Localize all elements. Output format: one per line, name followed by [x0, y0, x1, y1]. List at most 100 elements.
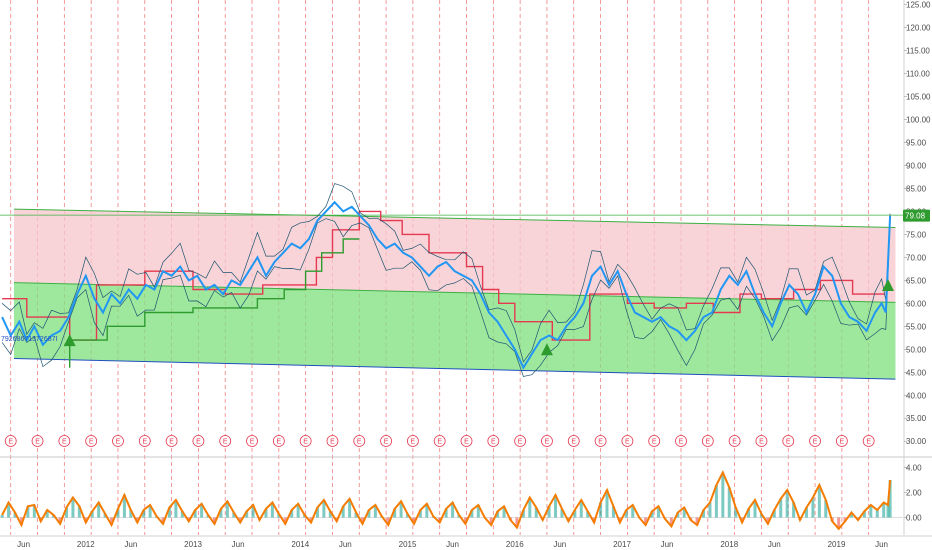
x-tick-label: Jun [446, 540, 459, 549]
earnings-marker[interactable]: E [487, 435, 500, 447]
earnings-label: E [652, 439, 657, 446]
earnings-marker[interactable]: E [31, 435, 44, 447]
y-tick-label: 50.00 [906, 345, 927, 354]
earnings-marker[interactable]: E [728, 435, 741, 447]
y-tick-label: 95.00 [906, 138, 927, 147]
x-tick-label: 2015 [399, 540, 417, 549]
y-tick-label: 45.00 [906, 368, 927, 377]
y-tick-label: 60.00 [906, 299, 927, 308]
earnings-label: E [250, 439, 255, 446]
chart-canvas[interactable]: E E E E E E E E E E E E E E E E E E E E E E E E E E E E E E E E E 125.00… [0, 0, 932, 550]
earnings-marker[interactable]: E [4, 435, 17, 447]
earnings-label: E [759, 439, 764, 446]
earnings-marker[interactable]: E [353, 435, 366, 447]
earnings-label: E [840, 439, 845, 446]
earnings-marker[interactable]: E [192, 435, 205, 447]
earnings-marker[interactable]: E [272, 435, 285, 447]
earnings-label: E [625, 439, 630, 446]
x-tick-label: 2019 [828, 540, 846, 549]
earnings-label: E [598, 439, 603, 446]
x-tick-label: Jun [232, 540, 245, 549]
earnings-marker[interactable]: E [782, 435, 795, 447]
earnings-label: E [303, 439, 308, 446]
earnings-marker[interactable]: E [835, 435, 848, 447]
y-tick-label: 105.00 [906, 93, 931, 102]
x-tick-label: Jun [339, 540, 352, 549]
x-tick-label: Jun [17, 540, 30, 549]
earnings-marker[interactable]: E [460, 435, 473, 447]
earnings-marker[interactable]: E [514, 435, 527, 447]
earnings-label: E [518, 439, 523, 446]
earnings-label: E [679, 439, 684, 446]
earnings-marker[interactable]: E [299, 435, 312, 447]
x-tick-label: 2016 [506, 540, 524, 549]
x-tick-label: 2014 [291, 540, 309, 549]
x-tick-label: Jun [768, 540, 781, 549]
earnings-marker[interactable]: E [112, 435, 124, 447]
earnings-marker[interactable]: E [648, 435, 661, 447]
y-tick-label: 65.00 [906, 276, 927, 285]
earnings-label: E [866, 439, 871, 446]
y-tick-label: 125.00 [906, 1, 931, 10]
y-tick-label: 30.00 [906, 437, 927, 446]
earnings-marker[interactable]: E [862, 435, 875, 447]
earnings-label: E [813, 439, 818, 446]
y-tick-label: 120.00 [906, 24, 931, 33]
earnings-marker[interactable]: E [594, 435, 607, 447]
earnings-marker[interactable]: E [809, 435, 821, 447]
earnings-marker[interactable]: E [406, 435, 419, 447]
osc-y-tick-label: 2.00 [906, 489, 922, 498]
y-tick-label: 100.00 [906, 115, 931, 124]
earnings-label: E [437, 439, 442, 446]
oscillator-bar [721, 472, 725, 518]
x-tick-label: Jun [661, 540, 674, 549]
earnings-marker[interactable]: E [165, 435, 178, 447]
y-tick-label: 85.00 [906, 184, 927, 193]
x-tick-label: Jun [124, 540, 137, 549]
last-price-label: 79.08 [905, 212, 926, 221]
y-tick-label: 75.00 [906, 230, 927, 239]
y-tick-label: 35.00 [906, 414, 927, 423]
earnings-label: E [411, 439, 416, 446]
earnings-label: E [223, 439, 228, 446]
earnings-label: E [196, 439, 201, 446]
earnings-marker[interactable]: E [541, 435, 553, 447]
x-tick-label: 2017 [613, 540, 631, 549]
earnings-marker[interactable]: E [58, 435, 71, 447]
earnings-marker[interactable]: E [621, 435, 634, 447]
earnings-marker[interactable]: E [85, 435, 98, 447]
earnings-marker[interactable]: E [675, 435, 687, 447]
earnings-label: E [384, 439, 389, 446]
earnings-marker[interactable]: E [433, 435, 446, 447]
earnings-label: E [571, 439, 576, 446]
earnings-label: E [732, 439, 737, 446]
earnings-label: E [330, 439, 335, 446]
earnings-marker[interactable]: E [567, 435, 580, 447]
earnings-marker[interactable]: E [701, 435, 714, 447]
earnings-label: E [62, 439, 67, 446]
earnings-label: E [786, 439, 791, 446]
earnings-label: E [35, 439, 40, 446]
earnings-label: E [116, 439, 121, 446]
oscillator-bar [0, 515, 4, 518]
earnings-marker[interactable]: E [246, 435, 258, 447]
y-tick-label: 115.00 [906, 47, 930, 56]
y-tick-label: 55.00 [906, 322, 927, 331]
earnings-marker[interactable]: E [138, 435, 151, 447]
earnings-marker[interactable]: E [380, 435, 392, 447]
earnings-marker[interactable]: E [219, 435, 232, 447]
y-tick-label: 110.00 [906, 70, 930, 79]
earnings-label: E [705, 439, 710, 446]
osc-y-tick-label: 4.00 [906, 464, 922, 473]
x-tick-label: Jun [875, 540, 888, 549]
left-annotation: 79268671372687I [1, 336, 58, 343]
earnings-marker[interactable]: E [326, 435, 339, 447]
y-tick-label: 90.00 [906, 161, 927, 170]
earnings-label: E [89, 439, 94, 446]
earnings-label: E [169, 439, 174, 446]
earnings-label: E [277, 439, 282, 446]
y-tick-label: 70.00 [906, 253, 927, 262]
x-tick-label: 2012 [77, 540, 95, 549]
earnings-label: E [464, 439, 469, 446]
earnings-marker[interactable]: E [755, 435, 768, 447]
